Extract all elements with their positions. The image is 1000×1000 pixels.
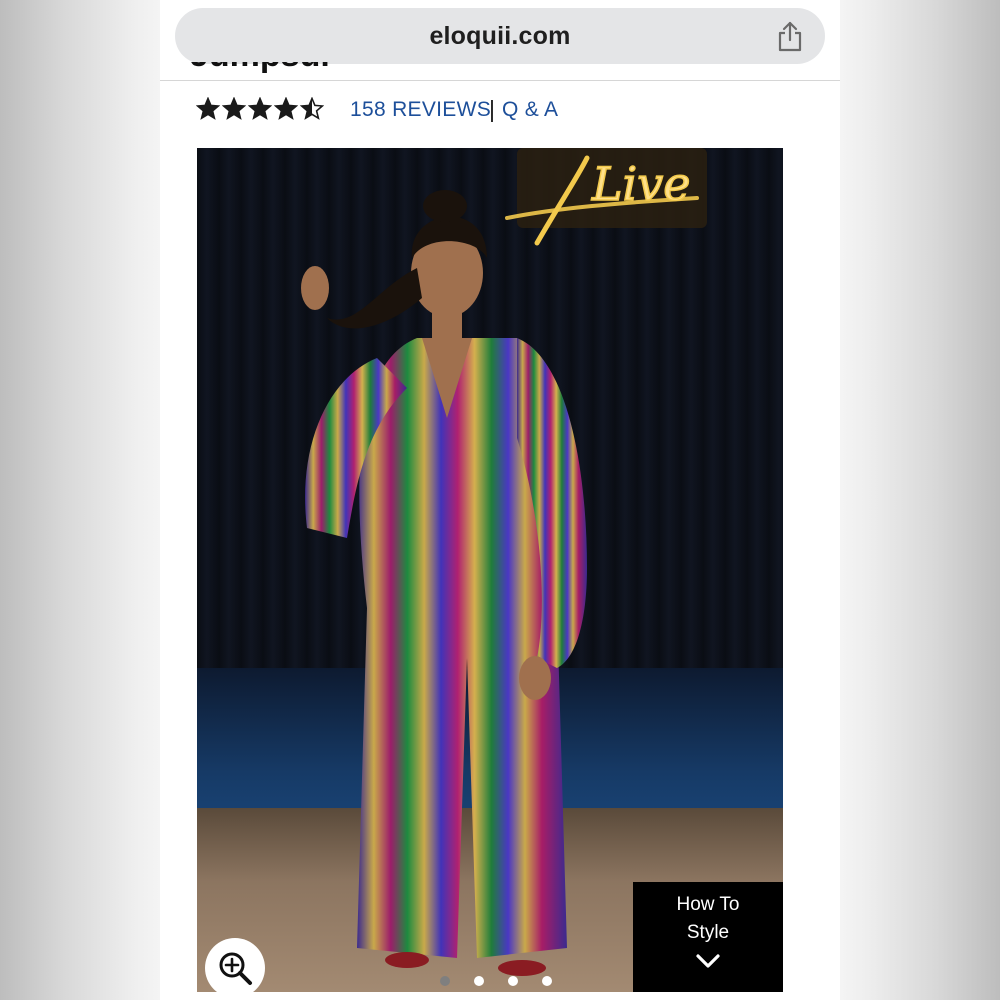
zoom-button[interactable] (205, 938, 265, 992)
carousel-dot[interactable] (474, 976, 484, 986)
link-separator: | (489, 96, 495, 122)
rating-stars[interactable] (196, 94, 324, 124)
share-icon[interactable] (775, 20, 805, 52)
header-divider (160, 80, 840, 81)
url-text: eloquii.com (429, 22, 571, 50)
how-to-style-button[interactable]: How To Style (633, 882, 783, 992)
background-right (840, 0, 1000, 1000)
qa-link[interactable]: Q & A (502, 98, 558, 122)
star-icon (196, 97, 220, 120)
zoom-in-icon (219, 952, 252, 985)
chevron-down-icon (696, 954, 720, 968)
star-icon (248, 97, 272, 120)
background-left (0, 0, 160, 1000)
star-icon (222, 97, 246, 120)
how-to-style-line1: How To (676, 894, 740, 915)
carousel-dot[interactable] (440, 976, 450, 986)
star-icon (274, 97, 298, 120)
star-icon (300, 97, 324, 120)
reviews-link[interactable]: 158 REVIEWS (350, 98, 491, 122)
carousel-dots (440, 976, 552, 986)
how-to-style-line2: Style (686, 922, 730, 943)
carousel-dot[interactable] (508, 976, 518, 986)
product-title-cropped: Jumpsuit (190, 62, 330, 78)
model-figure (301, 190, 587, 976)
address-bar[interactable]: eloquii.com (175, 8, 825, 64)
product-image[interactable]: Live How To Style (197, 148, 783, 992)
phone-screen: eloquii.com Jumpsuit 158 REVIEWS | Q & A… (160, 0, 840, 1000)
carousel-dot[interactable] (542, 976, 552, 986)
